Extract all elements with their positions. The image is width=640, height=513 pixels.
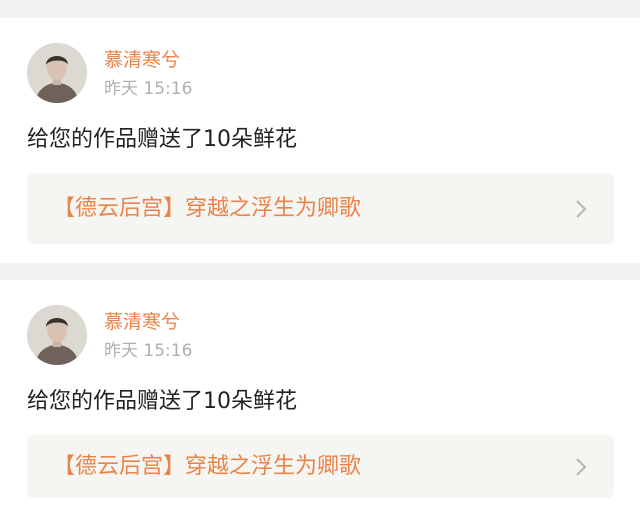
gift-message: 给您的作品赠送了10朵鲜花	[27, 389, 297, 414]
work-link[interactable]: 【德云后宫】穿越之浮生为卿歌	[27, 173, 614, 244]
notification-feed: 慕清寒兮 昨天 15:16 给您的作品赠送了10朵鲜花 【德云后宫】穿越之浮生为…	[0, 0, 640, 513]
user-avatar[interactable]	[27, 43, 87, 103]
notification-timestamp: 昨天 15:16	[104, 341, 193, 361]
chevron-right-icon	[574, 456, 588, 478]
work-link[interactable]: 【德云后宫】穿越之浮生为卿歌	[27, 435, 614, 498]
work-title: 【德云后宫】穿越之浮生为卿歌	[53, 453, 362, 479]
sender-name[interactable]: 慕清寒兮	[104, 310, 180, 334]
sender-name[interactable]: 慕清寒兮	[104, 48, 180, 72]
work-title: 【德云后宫】穿越之浮生为卿歌	[53, 195, 362, 221]
user-portrait-icon	[27, 305, 87, 365]
user-avatar[interactable]	[27, 305, 87, 365]
gift-notification-card: 慕清寒兮 昨天 15:16 给您的作品赠送了10朵鲜花 【德云后宫】穿越之浮生为…	[0, 280, 640, 513]
notification-timestamp: 昨天 15:16	[104, 79, 193, 99]
user-portrait-icon	[27, 43, 87, 103]
gift-notification-card: 慕清寒兮 昨天 15:16 给您的作品赠送了10朵鲜花 【德云后宫】穿越之浮生为…	[0, 18, 640, 263]
gift-message: 给您的作品赠送了10朵鲜花	[27, 127, 297, 152]
chevron-right-icon	[574, 198, 588, 220]
